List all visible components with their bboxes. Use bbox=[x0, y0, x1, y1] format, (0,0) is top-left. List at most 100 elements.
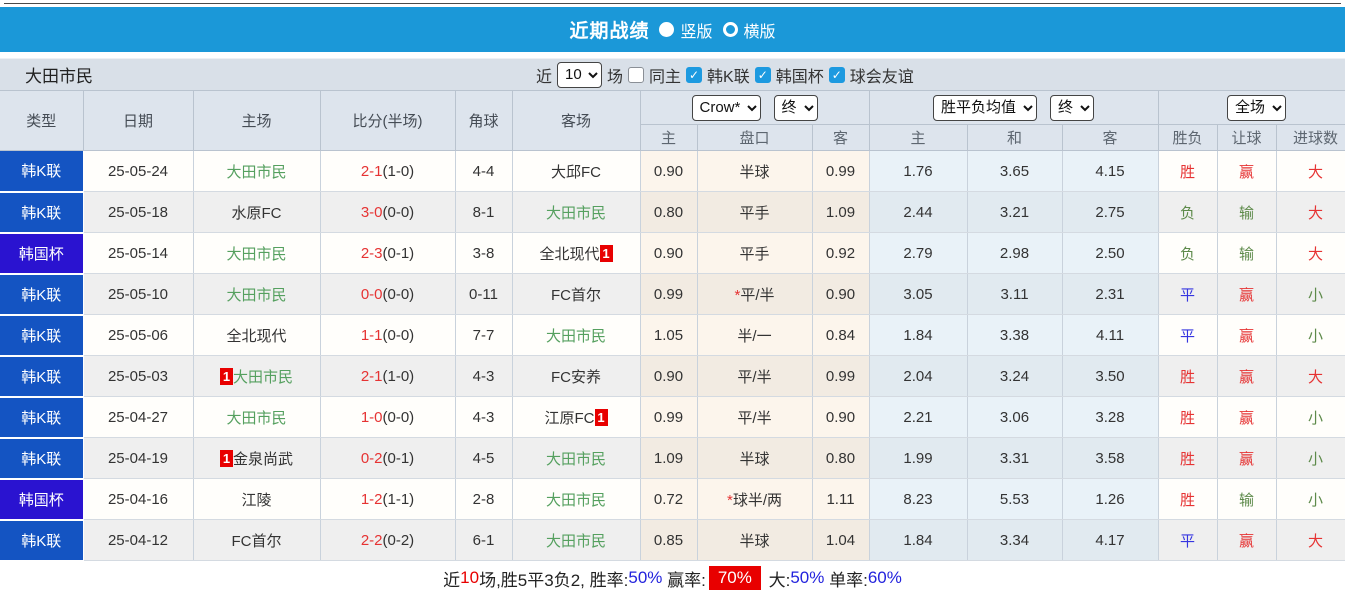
odds-home: 2.21 bbox=[869, 396, 968, 438]
home-team-name[interactable]: 大田市民 bbox=[226, 164, 286, 181]
bookmaker-state-select[interactable]: 终 bbox=[773, 94, 818, 121]
team-name-heading: 大田市民 bbox=[25, 67, 93, 86]
home-team-name[interactable]: 水原FC bbox=[232, 205, 282, 222]
col-header-date: 日期 bbox=[83, 90, 194, 151]
handicap-line: 平/半 bbox=[737, 368, 772, 386]
odds-type-select[interactable]: 胜平负均值 bbox=[933, 94, 1038, 121]
handicap-line: 平手 bbox=[739, 204, 770, 222]
date-cell: 25-05-06 bbox=[83, 314, 194, 356]
away-team-name[interactable]: FC安养 bbox=[551, 369, 601, 386]
date-cell: 25-05-10 bbox=[83, 273, 194, 315]
home-team-name[interactable]: 江陵 bbox=[241, 492, 271, 509]
horizontal-layout-label[interactable]: 横版 bbox=[744, 18, 776, 42]
handicap-line-cell: 平/半 bbox=[697, 355, 813, 397]
away-rank-badge-after: 1 bbox=[599, 244, 613, 262]
away-team-name[interactable]: 大田市民 bbox=[546, 328, 606, 345]
away-team-name[interactable]: 大田市民 bbox=[546, 533, 606, 550]
footer-near-label: 近 bbox=[443, 570, 461, 590]
col-header-corner: 角球 bbox=[455, 90, 513, 151]
home-team-name[interactable]: 全北现代 bbox=[226, 328, 286, 345]
away-team-name[interactable]: 大邱FC bbox=[551, 164, 601, 181]
home-team-name[interactable]: 金泉尚武 bbox=[233, 451, 293, 468]
layout-radio-horizontal[interactable]: 横版 bbox=[722, 18, 776, 42]
corners-cell: 6-1 bbox=[455, 519, 513, 561]
table-row: 韩国杯 25-05-14 大田市民 2-3(0-1) 3-8 全北现代 1 0.9… bbox=[0, 232, 1345, 275]
fulltime-score: 2-1 bbox=[360, 162, 383, 180]
odds-away: 4.11 bbox=[1062, 314, 1159, 356]
odds-home: 1.76 bbox=[869, 150, 968, 192]
odds-away: 4.17 bbox=[1062, 519, 1159, 561]
radio-selected-icon[interactable] bbox=[659, 22, 675, 37]
subheader-handicap-away: 客 bbox=[812, 124, 870, 151]
footer-big-value: 50% bbox=[790, 568, 825, 587]
vertical-layout-label[interactable]: 竖版 bbox=[680, 18, 712, 42]
league-cell: 韩国杯 bbox=[0, 232, 84, 275]
footer-profit-value: 70% bbox=[708, 566, 761, 590]
handicap-line-cell: 半球 bbox=[697, 150, 813, 192]
subheader-handicap-line: 盘口 bbox=[697, 124, 813, 151]
handicap-home-odds: 0.85 bbox=[640, 519, 698, 561]
bookmaker-select[interactable]: Crow* bbox=[691, 94, 761, 121]
away-team-name[interactable]: 江原FC bbox=[545, 410, 595, 427]
match-count-select[interactable]: 10 bbox=[557, 61, 603, 88]
same-home-checkbox[interactable] bbox=[628, 66, 645, 83]
league-cell: 韩K联 bbox=[0, 191, 84, 234]
halftime-score: (0-2) bbox=[382, 531, 415, 549]
score-cell: 2-1(1-0) bbox=[320, 355, 456, 397]
handicap-home-odds: 0.90 bbox=[640, 232, 698, 274]
handicap-line: 球半/两 bbox=[732, 491, 782, 509]
score-cell: 2-1(1-0) bbox=[320, 150, 456, 192]
home-team-name[interactable]: 大田市民 bbox=[226, 287, 286, 304]
result-handicap: 赢 bbox=[1217, 519, 1277, 561]
halftime-score: (0-1) bbox=[382, 244, 415, 262]
match-scope-select[interactable]: 全场 bbox=[1227, 94, 1287, 121]
date-cell: 25-05-14 bbox=[83, 232, 194, 274]
radio-unselected-icon[interactable] bbox=[722, 22, 738, 37]
col-header-home: 主场 bbox=[193, 90, 321, 151]
corners-cell: 0-11 bbox=[455, 273, 513, 315]
club-friendly-checkbox[interactable] bbox=[828, 66, 845, 83]
date-cell: 25-05-24 bbox=[83, 150, 194, 192]
result-handicap: 输 bbox=[1217, 478, 1277, 520]
footer-single-value: 60% bbox=[867, 568, 902, 587]
odds-away: 3.28 bbox=[1062, 396, 1159, 438]
date-cell: 25-04-12 bbox=[83, 519, 194, 561]
away-team-name[interactable]: 大田市民 bbox=[546, 492, 606, 509]
home-cell: 大田市民 bbox=[193, 273, 321, 315]
home-team-name[interactable]: 大田市民 bbox=[226, 246, 286, 263]
layout-radio-vertical[interactable]: 竖版 bbox=[659, 18, 713, 42]
handicap-select-cell: Crow* 终 bbox=[640, 90, 870, 125]
korea-cup-checkbox[interactable] bbox=[754, 66, 771, 83]
odds-away: 4.15 bbox=[1062, 150, 1159, 192]
away-cell: 大田市民 bbox=[512, 478, 641, 520]
home-cell: 1 金泉尚武 bbox=[193, 437, 321, 479]
result-goals: 小 bbox=[1276, 396, 1345, 438]
handicap-home-odds: 1.09 bbox=[640, 437, 698, 479]
odds-state-select[interactable]: 终 bbox=[1050, 94, 1095, 121]
away-team-name[interactable]: 大田市民 bbox=[546, 451, 606, 468]
handicap-line-cell: 半/一 bbox=[697, 314, 813, 356]
away-team-name[interactable]: 全北现代 bbox=[539, 246, 599, 263]
footer-winrate-label: 胜率: bbox=[589, 570, 629, 590]
handicap-line: 平/半 bbox=[740, 286, 775, 304]
away-team-name[interactable]: 大田市民 bbox=[546, 205, 606, 222]
handicap-home-odds: 0.90 bbox=[640, 150, 698, 192]
corners-cell: 2-8 bbox=[455, 478, 513, 520]
halftime-score: (1-0) bbox=[382, 367, 415, 385]
league-cell: 韩K联 bbox=[0, 273, 84, 316]
result-goals: 小 bbox=[1276, 314, 1345, 356]
summary-footer: 近 10 场,胜5平3负2, 胜率: 50% 赢率: 70% 大: 50% 单率: 60% bbox=[0, 561, 1345, 595]
home-team-name[interactable]: 大田市民 bbox=[233, 369, 293, 386]
date-cell: 25-04-19 bbox=[83, 437, 194, 479]
away-team-name[interactable]: FC首尔 bbox=[551, 287, 601, 304]
result-handicap: 赢 bbox=[1217, 396, 1277, 438]
home-cell: 水原FC bbox=[193, 191, 321, 233]
home-team-name[interactable]: 大田市民 bbox=[226, 410, 286, 427]
table-row: 韩K联 25-04-19 1 金泉尚武 0-2(0-1) 4-5 大田市民 1.0… bbox=[0, 437, 1345, 480]
away-cell: FC安养 bbox=[512, 355, 641, 397]
handicap-home-odds: 0.80 bbox=[640, 191, 698, 233]
home-team-name[interactable]: FC首尔 bbox=[232, 533, 282, 550]
away-rank-badge-after: 1 bbox=[594, 408, 608, 426]
subheader-odds-away: 客 bbox=[1062, 124, 1159, 151]
league-k-checkbox[interactable] bbox=[686, 66, 703, 83]
